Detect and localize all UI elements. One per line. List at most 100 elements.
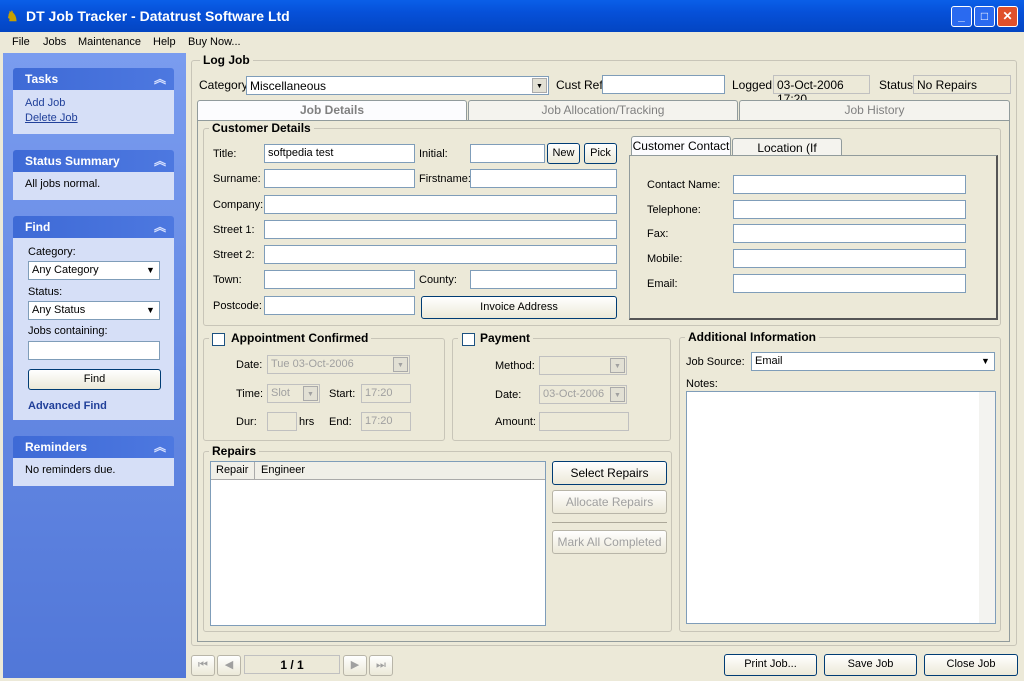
appt-date-label: Date: [236,359,263,371]
notes-textarea[interactable] [686,391,996,624]
payment-date-label: Date: [495,389,522,401]
next-page-button[interactable]: ▶ [343,655,367,676]
find-contains-input[interactable] [28,341,160,360]
amount-input[interactable] [539,412,629,431]
firstname-input[interactable] [470,169,617,188]
appt-time-value: Slot [271,387,290,399]
find-category-select[interactable]: Any Category ▼ [28,261,160,280]
new-button[interactable]: New [547,143,580,164]
print-job-button[interactable]: Print Job... [724,654,817,676]
reminders-text: No reminders due. [25,464,116,476]
postcode-input[interactable] [264,296,415,315]
delete-job-link[interactable]: Delete Job [25,111,162,126]
appt-date-value: Tue 03-Oct-2006 [271,358,354,370]
chevron-down-icon[interactable]: ▼ [143,303,158,318]
contact-name-input[interactable] [733,175,966,194]
advanced-find-link[interactable]: Advanced Find [28,400,107,412]
column-repair[interactable]: Repair [211,462,255,480]
firstname-label: Firstname: [419,173,471,185]
close-job-button[interactable]: Close Job [924,654,1018,676]
company-label: Company: [213,199,264,211]
hrs-label: hrs [299,416,315,428]
category-label: Category: [199,78,252,92]
chevron-down-icon[interactable]: ▼ [532,78,547,93]
invoice-address-button[interactable]: Invoice Address [421,296,617,319]
fax-input[interactable] [733,224,966,243]
find-header[interactable]: Find ︽ [13,216,174,238]
menu-jobs[interactable]: Jobs [43,36,66,48]
column-engineer[interactable]: Engineer [255,462,545,480]
menu-buy-now[interactable]: Buy Now... [188,36,241,48]
find-button[interactable]: Find [28,369,161,390]
town-input[interactable] [264,270,415,289]
chevron-down-icon: ▼ [610,387,625,402]
menu-file[interactable]: File [12,36,30,48]
first-page-button[interactable]: ⏮ [191,655,215,676]
maximize-button[interactable]: □ [974,6,995,27]
minimize-button[interactable]: _ [951,6,972,27]
tab-job-details[interactable]: Job Details [197,100,467,122]
notes-scrollbar[interactable] [979,392,995,623]
payment-date-select[interactable]: 03-Oct-2006 ▼ [539,385,627,404]
appt-date-select[interactable]: Tue 03-Oct-2006 ▼ [267,355,410,374]
find-category-value: Any Category [32,264,99,276]
job-source-select[interactable]: Email ▼ [751,352,995,371]
email-input[interactable] [733,274,966,293]
job-source-label: Job Source: [686,356,745,368]
initial-label: Initial: [419,148,448,160]
tab-job-history[interactable]: Job History [739,100,1010,120]
cust-ref-input[interactable] [602,75,725,94]
collapse-icon[interactable]: ︽ [154,438,166,455]
telephone-input[interactable] [733,200,966,219]
county-input[interactable] [470,270,617,289]
save-job-button[interactable]: Save Job [824,654,917,676]
category-select[interactable]: Miscellaneous ▼ [246,76,549,95]
status-summary-header[interactable]: Status Summary ︽ [13,150,174,172]
street2-input[interactable] [264,245,617,264]
tasks-header[interactable]: Tasks ︽ [13,68,174,90]
county-label: County: [419,274,457,286]
prev-page-button[interactable]: ◀ [217,655,241,676]
company-input[interactable] [264,195,617,214]
chevron-down-icon[interactable]: ▼ [978,354,993,369]
menu-bar: File Jobs Maintenance Help Buy Now... [0,33,1024,53]
repairs-title: Repairs [209,444,260,458]
mobile-input[interactable] [733,249,966,268]
chevron-down-icon[interactable]: ▼ [143,263,158,278]
status-summary-panel: All jobs normal. [13,172,174,200]
menu-help[interactable]: Help [153,36,176,48]
initial-input[interactable] [470,144,545,163]
appt-start-spinner[interactable]: 17:20 [361,384,411,403]
repairs-list[interactable]: Repair Engineer [210,461,546,626]
appointment-checkbox[interactable] [212,333,225,346]
appt-start-label: Start: [329,388,356,400]
method-select[interactable]: ▼ [539,356,627,375]
surname-label: Surname: [213,173,261,185]
find-status-select[interactable]: Any Status ▼ [28,301,160,320]
close-button[interactable]: ✕ [997,6,1018,27]
collapse-icon[interactable]: ︽ [154,70,166,87]
chevron-down-icon: ▼ [610,358,625,373]
collapse-icon[interactable]: ︽ [154,152,166,169]
appt-time-select[interactable]: Slot ▼ [267,384,320,403]
street1-input[interactable] [264,220,617,239]
add-job-link[interactable]: Add Job [25,96,162,111]
job-source-value: Email [755,355,783,367]
select-repairs-button[interactable]: Select Repairs [552,461,667,485]
pick-button[interactable]: Pick [584,143,617,164]
collapse-icon[interactable]: ︽ [154,218,166,235]
tab-job-allocation[interactable]: Job Allocation/Tracking [468,100,738,120]
appt-dur-input[interactable] [267,412,297,431]
tab-customer-contact[interactable]: Customer Contact [631,136,731,157]
allocate-repairs-button[interactable]: Allocate Repairs [552,490,667,514]
appt-end-spinner[interactable]: 17:20 [361,412,411,431]
email-label: Email: [647,278,678,290]
surname-input[interactable] [264,169,415,188]
appointment-title: Appointment Confirmed [209,331,372,345]
title-input[interactable]: softpedia test [264,144,415,163]
menu-maintenance[interactable]: Maintenance [78,36,141,48]
reminders-header[interactable]: Reminders ︽ [13,436,174,458]
last-page-button[interactable]: ⏭ [369,655,393,676]
payment-checkbox[interactable] [462,333,475,346]
mark-completed-button[interactable]: Mark All Completed [552,530,667,554]
